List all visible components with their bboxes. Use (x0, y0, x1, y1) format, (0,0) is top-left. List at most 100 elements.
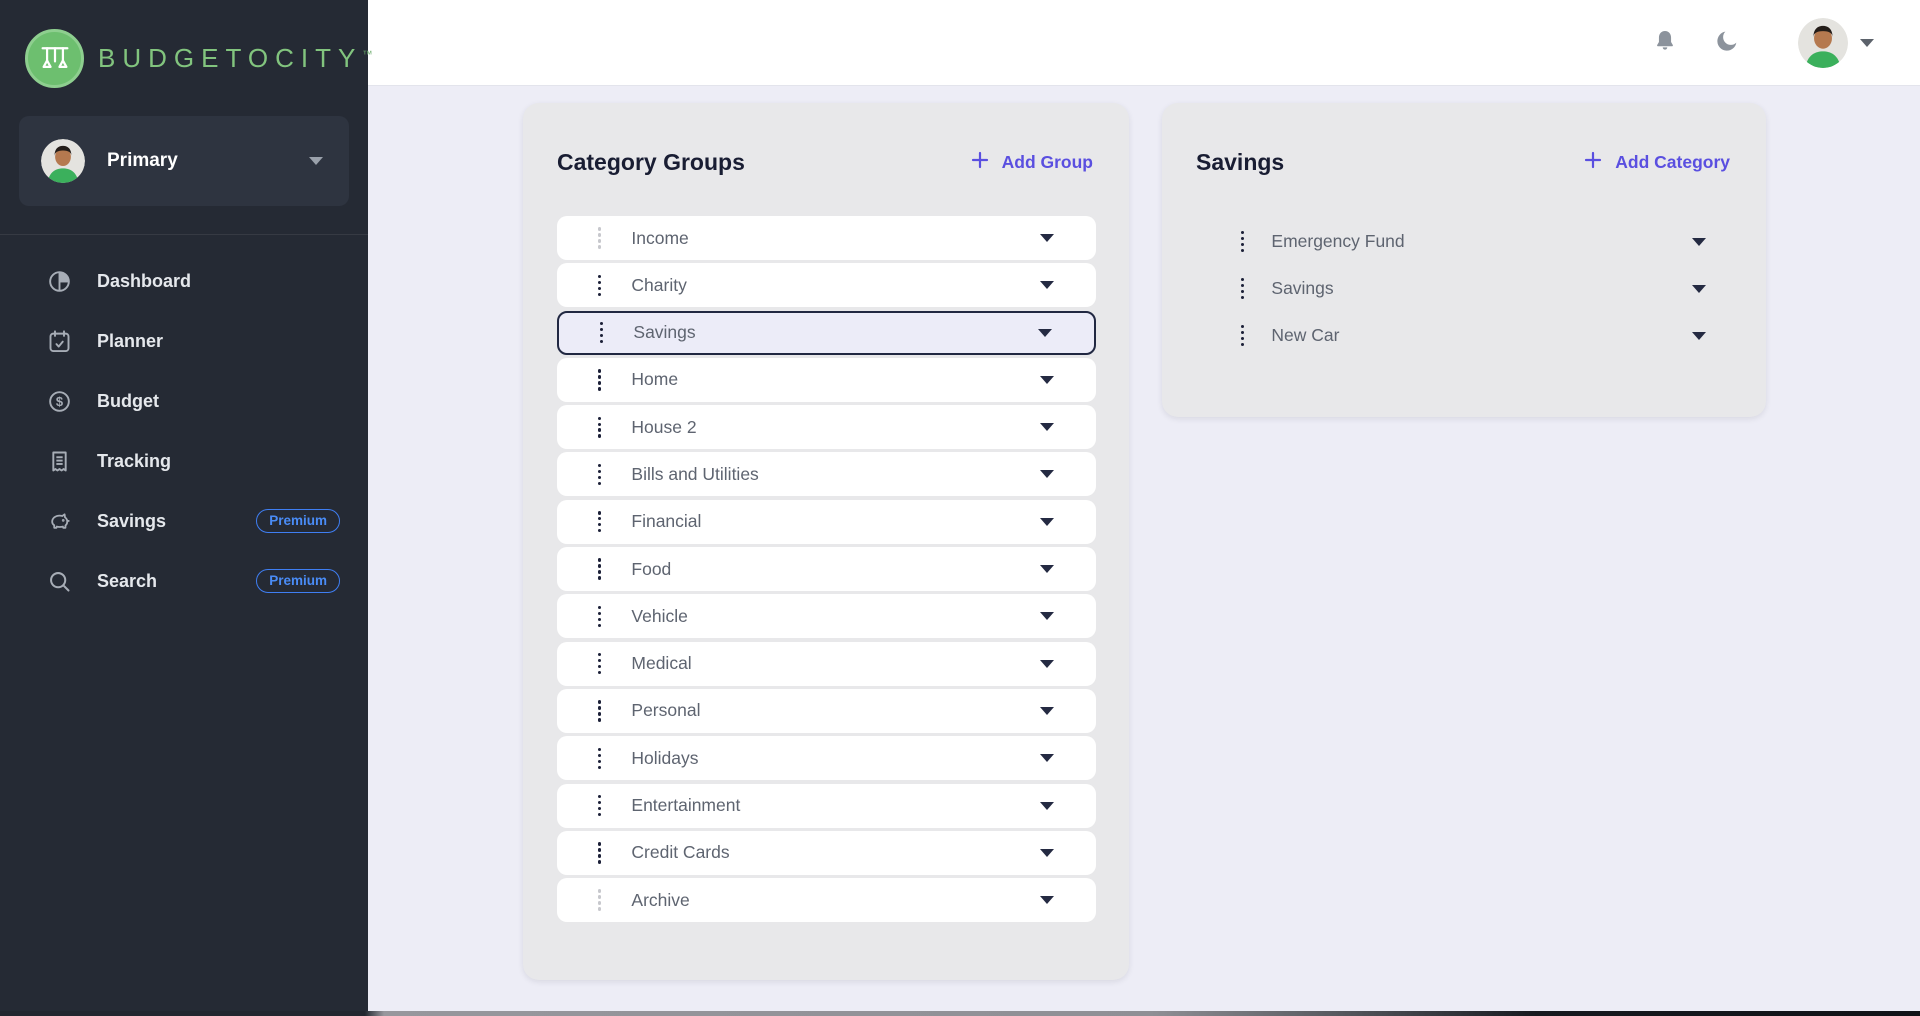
sidebar-item-dashboard[interactable]: Dashboard (0, 251, 368, 311)
category-group-row[interactable]: Home (557, 358, 1096, 402)
drag-handle-icon[interactable] (595, 649, 604, 678)
drag-handle-icon[interactable] (595, 838, 604, 867)
category-group-row[interactable]: Medical (557, 642, 1096, 686)
card-title: Category Groups (557, 149, 745, 176)
drag-handle-icon[interactable] (1238, 321, 1247, 350)
sidebar-item-planner[interactable]: Planner (0, 311, 368, 371)
row-label: House 2 (631, 417, 1040, 438)
row-label: Emergency Fund (1271, 231, 1692, 252)
brand-logo: BUDGETOCITY™ (0, 0, 368, 96)
chevron-down-icon[interactable] (1040, 754, 1054, 762)
chevron-down-icon[interactable] (1040, 660, 1054, 668)
category-group-row[interactable]: Archive (557, 878, 1096, 922)
category-group-row[interactable]: Personal (557, 689, 1096, 733)
chevron-down-icon[interactable] (1040, 849, 1054, 857)
premium-badge: Premium (256, 509, 340, 534)
chevron-down-icon[interactable] (1692, 285, 1706, 293)
notifications-button[interactable] (1650, 28, 1680, 58)
piggy-bank-icon (46, 508, 73, 535)
sidebar: BUDGETOCITY™ Primary Dashboard Planner $ Bu… (0, 0, 368, 1016)
chevron-down-icon[interactable] (1040, 281, 1054, 289)
row-label: Food (631, 559, 1040, 580)
add-group-button[interactable]: Add Group (970, 150, 1093, 175)
budget-icon: $ (46, 388, 73, 415)
category-group-row[interactable]: Charity (557, 263, 1096, 307)
row-label: Medical (631, 653, 1040, 674)
user-menu[interactable] (1798, 18, 1874, 68)
savings-category-row[interactable]: New Car (1208, 312, 1718, 359)
chevron-down-icon[interactable] (1040, 234, 1054, 242)
savings-category-list: Emergency Fund Savings New Car (1208, 218, 1718, 359)
row-label: Income (631, 228, 1040, 249)
category-group-row[interactable]: Entertainment (557, 784, 1096, 828)
drag-handle-icon[interactable] (595, 460, 604, 489)
card-title: Savings (1196, 149, 1284, 176)
chevron-down-icon[interactable] (1040, 423, 1054, 431)
chevron-down-icon[interactable] (1040, 802, 1054, 810)
row-label: Entertainment (631, 795, 1040, 816)
add-group-label: Add Group (1002, 152, 1093, 173)
sidebar-item-search[interactable]: SearchPremium (0, 551, 368, 611)
savings-category-row[interactable]: Emergency Fund (1208, 218, 1718, 265)
row-label: Personal (631, 700, 1040, 721)
brand-name: BUDGETOCITY™ (98, 43, 373, 74)
drag-handle-icon[interactable] (597, 318, 606, 347)
chevron-down-icon[interactable] (1038, 329, 1052, 337)
savings-category-row[interactable]: Savings (1208, 265, 1718, 312)
drag-handle-icon[interactable] (595, 602, 604, 631)
drag-handle-icon[interactable] (1238, 227, 1247, 256)
chevron-down-icon[interactable] (1040, 896, 1054, 904)
sidebar-item-label: Planner (97, 331, 340, 352)
drag-handle-icon[interactable] (595, 365, 604, 394)
drag-handle-icon[interactable] (595, 223, 604, 252)
sidebar-item-savings[interactable]: SavingsPremium (0, 491, 368, 551)
category-group-row[interactable]: Financial (557, 500, 1096, 544)
category-group-row[interactable]: Food (557, 547, 1096, 591)
chevron-down-icon[interactable] (1040, 565, 1054, 573)
drag-handle-icon[interactable] (1238, 274, 1247, 303)
category-group-row[interactable]: Vehicle (557, 594, 1096, 638)
sidebar-item-label: Budget (97, 391, 340, 412)
dark-mode-moon-icon (1714, 28, 1740, 57)
profile-selector[interactable]: Primary (19, 116, 349, 206)
drag-handle-icon[interactable] (595, 271, 604, 300)
drag-handle-icon[interactable] (595, 885, 604, 914)
category-group-row[interactable]: Bills and Utilities (557, 452, 1096, 496)
trademark-symbol: ™ (362, 49, 373, 60)
premium-badge: Premium (256, 569, 340, 594)
row-label: Savings (1271, 278, 1692, 299)
drag-handle-icon[interactable] (595, 413, 604, 442)
row-label: Home (631, 369, 1040, 390)
drag-handle-icon[interactable] (595, 791, 604, 820)
category-group-row[interactable]: Holidays (557, 736, 1096, 780)
drag-handle-icon[interactable] (595, 554, 604, 583)
sidebar-item-budget[interactable]: $ Budget (0, 371, 368, 431)
row-label: Archive (631, 890, 1040, 911)
drag-handle-icon[interactable] (595, 744, 604, 773)
add-category-button[interactable]: Add Category (1583, 150, 1730, 175)
chevron-down-icon[interactable] (1692, 332, 1706, 340)
category-group-row[interactable]: Credit Cards (557, 831, 1096, 875)
drag-handle-icon[interactable] (595, 696, 604, 725)
drag-handle-icon[interactable] (595, 507, 604, 536)
chevron-down-icon[interactable] (1040, 707, 1054, 715)
sidebar-item-tracking[interactable]: Tracking (0, 431, 368, 491)
chevron-down-icon[interactable] (1692, 238, 1706, 246)
category-group-row[interactable]: House 2 (557, 405, 1096, 449)
profile-name: Primary (107, 150, 309, 172)
row-label: New Car (1271, 325, 1692, 346)
search-icon (46, 568, 73, 595)
sidebar-item-label: Dashboard (97, 271, 340, 292)
chevron-down-icon[interactable] (1040, 518, 1054, 526)
chevron-down-icon[interactable] (1040, 376, 1054, 384)
category-group-row[interactable]: Income (557, 216, 1096, 260)
planner-icon (46, 328, 73, 355)
horizontal-scrollbar[interactable] (0, 1011, 1920, 1016)
sidebar-item-label: Search (97, 571, 256, 592)
theme-toggle-button[interactable] (1712, 28, 1742, 58)
dashboard-icon (46, 268, 73, 295)
chevron-down-icon[interactable] (1040, 470, 1054, 478)
chevron-down-icon[interactable] (1040, 612, 1054, 620)
category-group-row-selected[interactable]: Savings (557, 311, 1096, 355)
row-label: Charity (631, 275, 1040, 296)
